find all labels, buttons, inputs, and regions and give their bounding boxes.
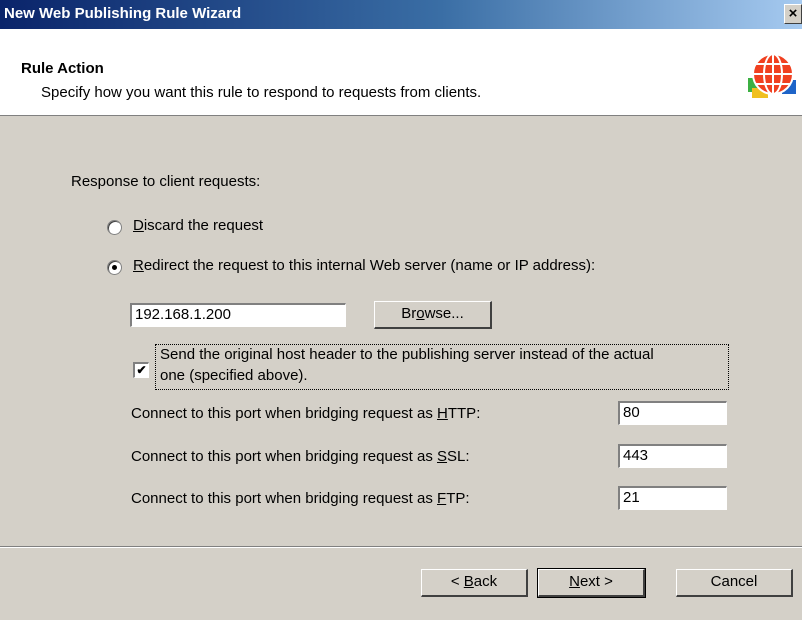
response-section-label: Response to client requests: [71,173,261,190]
ftp-port-input[interactable]: 21 [618,486,727,510]
host-header-label-line1[interactable]: Send the original host header to the pub… [160,346,654,363]
footer-divider-highlight [0,547,802,548]
http-port-label: Connect to this port when bridging reque… [131,405,481,422]
globe-icon [748,53,796,98]
radio-selected-dot [112,265,117,270]
back-button[interactable]: < Back [421,569,528,597]
close-button[interactable]: × [784,4,802,24]
wizard-header: Rule Action Specify how you want this ru… [0,29,802,116]
http-port-input[interactable]: 80 [618,401,727,425]
discard-label[interactable]: Discard the request [133,217,263,234]
redirect-radio[interactable] [107,260,122,275]
title-bar: New Web Publishing Rule Wizard × [0,0,802,29]
window-title: New Web Publishing Rule Wizard [4,5,242,22]
discard-radio[interactable] [107,220,122,235]
browse-button[interactable]: Browse... [374,301,492,329]
cancel-button[interactable]: Cancel [676,569,793,597]
ssl-port-label: Connect to this port when bridging reque… [131,448,470,465]
page-title: Rule Action [21,60,104,77]
host-header-label-line2[interactable]: one (specified above). [160,367,308,384]
redirect-label[interactable]: Redirect the request to this internal We… [133,257,595,274]
page-subtitle: Specify how you want this rule to respon… [41,84,482,101]
ftp-port-label: Connect to this port when bridging reque… [131,490,470,507]
server-address-input[interactable]: 192.168.1.200 [130,303,346,327]
next-button[interactable]: Next > [537,568,646,598]
ssl-port-input[interactable]: 443 [618,444,727,468]
host-header-checkbox[interactable]: ✔ [133,362,149,378]
